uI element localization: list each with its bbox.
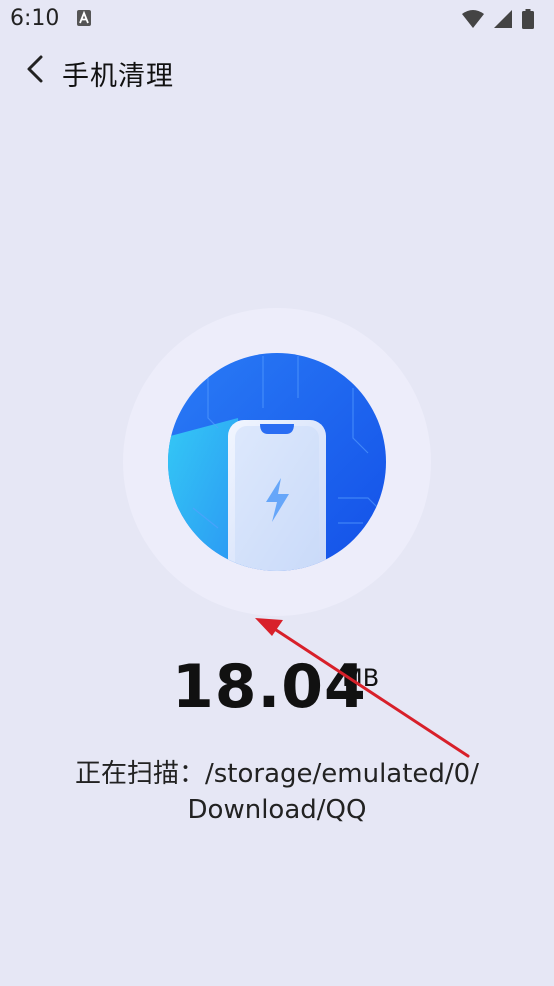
size-value: 18.04: [172, 652, 367, 722]
scan-label: 正在扫描：/storage/emulated/0/: [74, 759, 479, 789]
status-bar: 6:10: [0, 0, 554, 38]
back-button[interactable]: [14, 50, 56, 92]
android-a-icon: [77, 10, 91, 30]
scanned-size: 18.04 MB: [0, 652, 554, 732]
scan-status: 正在扫描：/storage/emulated/0/ Download/QQ: [60, 756, 494, 828]
cell-signal-icon: [494, 10, 512, 32]
phone-cleaning-icon: [123, 308, 431, 616]
status-time: 6:10: [10, 6, 60, 31]
app-bar: 手机清理: [0, 40, 554, 104]
chevron-left-icon: [25, 54, 45, 88]
page-title: 手机清理: [62, 61, 174, 92]
battery-icon: [522, 9, 534, 33]
wifi-icon: [462, 10, 484, 32]
scan-path: Download/QQ: [187, 795, 367, 825]
size-unit: MB: [342, 664, 380, 692]
